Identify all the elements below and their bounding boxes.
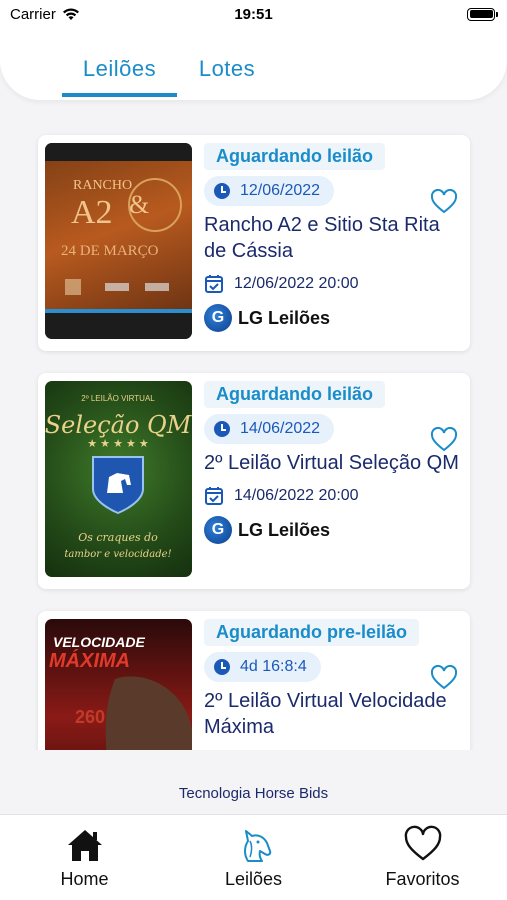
svg-text:&: &: [129, 190, 149, 219]
tab-bar: Leilões Lotes: [62, 50, 277, 97]
auction-status-badge: Aguardando pre-leilão: [204, 619, 420, 646]
auction-date: 14/06/2022: [240, 420, 321, 437]
auction-date-chip: 14/06/2022: [204, 414, 335, 444]
auction-datetime: 12/06/2022 20:00: [234, 275, 359, 292]
auction-title[interactable]: 2º Leilão Virtual Seleção QM: [204, 450, 462, 476]
calendar-check-icon: [205, 487, 223, 505]
auction-art: RANCHO A2 & 24 DE MARÇO: [45, 143, 192, 339]
battery-icon: [467, 7, 498, 21]
nav-favoritos-label: Favoritos: [385, 869, 460, 889]
nav-favoritos[interactable]: Favoritos: [338, 815, 507, 900]
favorite-heart-icon[interactable]: [430, 427, 458, 453]
calendar-check-icon: [205, 275, 223, 293]
organizer-name: LG Leilões: [238, 519, 331, 540]
footer-credit: Tecnologia Horse Bids: [178, 785, 329, 802]
auction-status-badge: Aguardando leilão: [204, 143, 386, 170]
thumb-text-1: VELOCIDADE: [53, 634, 145, 650]
thumb-text-3: 24 DE MARÇO: [61, 243, 159, 259]
clock-icon: [214, 659, 230, 675]
nav-home-label: Home: [60, 869, 109, 889]
favorite-heart-icon[interactable]: [430, 189, 458, 215]
thumb-text-3: 260: [75, 707, 105, 727]
clock-icon: [214, 183, 230, 199]
tab-leiloes[interactable]: Leilões: [62, 50, 177, 97]
carrier-label: Carrier: [10, 5, 56, 23]
auction-card[interactable]: RANCHO A2 & 24 DE MARÇO Aguardando leilã…: [38, 135, 470, 351]
home-icon: [67, 830, 102, 861]
svg-text:★ ★ ★ ★ ★: ★ ★ ★ ★ ★: [87, 438, 149, 450]
nav-leiloes[interactable]: Leilões: [169, 815, 338, 900]
thumb-text-2: A2: [71, 194, 113, 231]
status-bar: Carrier 19:51: [0, 0, 507, 28]
favorite-heart-icon[interactable]: [430, 665, 458, 691]
auction-date-chip: 4d 16:8:4: [204, 652, 321, 682]
tab-lotes[interactable]: Lotes: [177, 50, 277, 97]
svg-text:tambor e velocidade!: tambor e velocidade!: [64, 549, 171, 560]
nav-leiloes-label: Leilões: [224, 869, 283, 889]
wifi-icon: [62, 7, 79, 20]
svg-text:Os craques do: Os craques do: [78, 531, 158, 544]
auction-countdown: 4d 16:8:4: [240, 658, 307, 675]
thumb-text-2: Seleção QM: [45, 411, 192, 439]
organizer-logo: G: [204, 516, 232, 544]
auction-title[interactable]: 2º Leilão Virtual Velocidade Máxima: [204, 688, 462, 740]
auction-art: 2º LEILÃO VIRTUAL Seleção QM ★ ★ ★ ★ ★ O…: [45, 394, 192, 560]
clock-icon: [214, 421, 230, 437]
thumb-text-1: RANCHO: [73, 178, 132, 193]
auction-date: 12/06/2022: [240, 182, 321, 199]
auction-title[interactable]: Rancho A2 e Sitio Sta Rita de Cássia: [204, 212, 462, 264]
heart-icon: [404, 825, 441, 861]
auction-status-badge: Aguardando leilão: [204, 381, 386, 408]
auction-card[interactable]: VELOCIDADE MÁXIMA 260 Aguardando pre-lei…: [38, 611, 470, 750]
bottom-nav: Home Leilões Favoritos: [0, 814, 507, 900]
auction-thumbnail: 2º LEILÃO VIRTUAL Seleção QM ★ ★ ★ ★ ★ O…: [45, 381, 192, 577]
nav-home[interactable]: Home: [0, 815, 169, 900]
auction-date-chip: 12/06/2022: [204, 176, 335, 206]
auction-thumbnail: RANCHO A2 & 24 DE MARÇO: [45, 143, 192, 339]
auction-thumbnail: VELOCIDADE MÁXIMA 260: [45, 619, 192, 750]
thumb-text-1: 2º LEILÃO VIRTUAL: [81, 394, 155, 403]
auction-art: VELOCIDADE MÁXIMA 260: [49, 634, 192, 750]
organizer-logo: G: [204, 304, 232, 332]
horse-head-icon: [243, 830, 271, 862]
top-header: Carrier 19:51 Leilões Lotes: [0, 0, 507, 100]
thumb-text-2: MÁXIMA: [49, 649, 130, 672]
auction-card[interactable]: 2º LEILÃO VIRTUAL Seleção QM ★ ★ ★ ★ ★ O…: [38, 373, 470, 589]
organizer-name: LG Leilões: [238, 307, 331, 328]
auction-list[interactable]: RANCHO A2 & 24 DE MARÇO Aguardando leilã…: [0, 120, 507, 750]
auction-datetime: 14/06/2022 20:00: [234, 487, 359, 504]
